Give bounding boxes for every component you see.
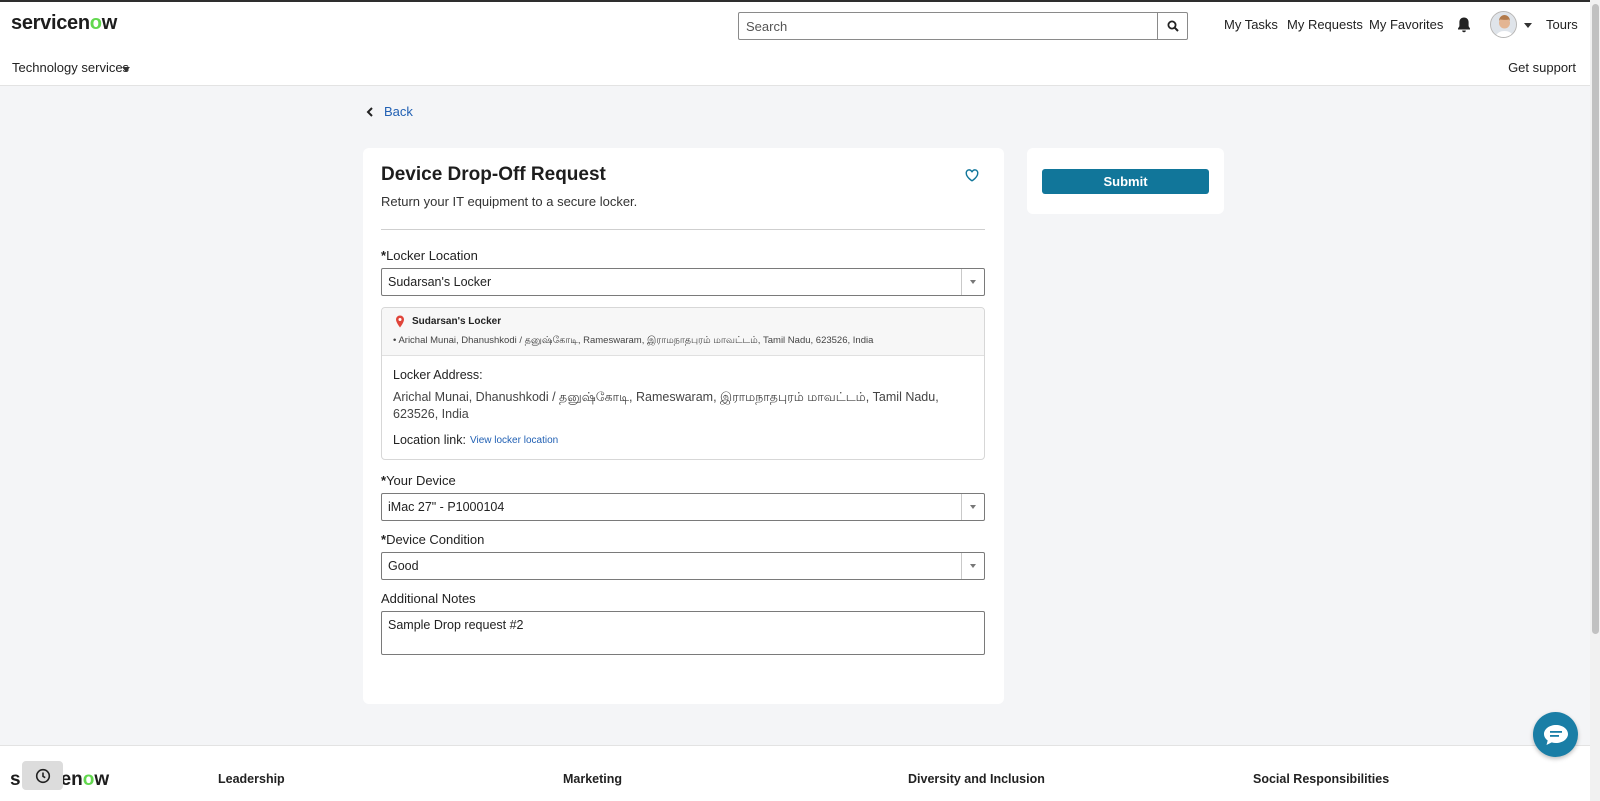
chat-icon bbox=[1543, 724, 1568, 745]
footer-logo-end: w bbox=[94, 769, 110, 790]
footer-logo-o: o bbox=[82, 769, 95, 790]
locker-location-select[interactable]: Sudarsan's Locker bbox=[381, 268, 985, 296]
clock-icon bbox=[35, 768, 50, 783]
locker-address-value: Arichal Munai, Dhanushkodi / தனுஷ்கோடி, … bbox=[393, 390, 939, 421]
device-condition-label-text: Device Condition bbox=[386, 532, 485, 547]
chevron-down-icon bbox=[970, 564, 976, 568]
technology-services-label: Technology services bbox=[12, 60, 130, 75]
heart-icon[interactable] bbox=[965, 169, 979, 182]
back-label: Back bbox=[384, 104, 413, 119]
nav-tours[interactable]: Tours bbox=[1546, 17, 1578, 32]
scrollbar-thumb[interactable] bbox=[1592, 4, 1599, 634]
get-support-link[interactable]: Get support bbox=[1508, 60, 1576, 75]
locker-location-value: Sudarsan's Locker bbox=[388, 275, 492, 289]
your-device-select[interactable]: iMac 27" - P1000104 bbox=[381, 493, 985, 521]
avatar-image bbox=[1491, 12, 1516, 37]
form-title: Device Drop-Off Request bbox=[381, 164, 606, 185]
nav-my-tasks[interactable]: My Tasks bbox=[1224, 17, 1278, 32]
logo-text: servicen bbox=[11, 12, 90, 34]
submit-panel: Submit bbox=[1027, 148, 1224, 214]
search-input[interactable] bbox=[739, 13, 1159, 39]
clock-button[interactable] bbox=[22, 761, 63, 790]
locker-address-short: • Arichal Munai, Dhanushkodi / தனுஷ்கோடி… bbox=[393, 335, 874, 346]
header: servicenow My Tasks My Requests My Favor… bbox=[0, 2, 1590, 86]
device-condition-label: *Device Condition bbox=[381, 532, 484, 547]
footer: s enow Leadership Marketing Diversity and… bbox=[0, 745, 1590, 801]
dropdown-toggle[interactable] bbox=[961, 494, 984, 520]
locker-info-panel: Sudarsan's Locker • Arichal Munai, Dhanu… bbox=[381, 307, 985, 460]
chevron-down-icon bbox=[970, 505, 976, 509]
bell-icon[interactable] bbox=[1456, 16, 1472, 34]
additional-notes-label: Additional Notes bbox=[381, 591, 476, 606]
chevron-left-icon bbox=[366, 106, 373, 117]
location-link-label: Location link: bbox=[393, 433, 466, 447]
search-button[interactable] bbox=[1157, 13, 1187, 39]
form-subtitle: Return your IT equipment to a secure loc… bbox=[381, 194, 638, 209]
back-button[interactable]: Back bbox=[366, 104, 413, 119]
logo-text-end: w bbox=[101, 12, 118, 34]
locker-location-label: *Locker Location bbox=[381, 248, 478, 263]
your-device-label: *Your Device bbox=[381, 473, 456, 488]
dropdown-toggle[interactable] bbox=[961, 553, 984, 579]
user-menu-caret[interactable] bbox=[1524, 23, 1532, 28]
footer-marketing[interactable]: Marketing bbox=[563, 772, 622, 786]
locker-summary: Sudarsan's Locker • Arichal Munai, Dhanu… bbox=[382, 308, 984, 356]
search-icon bbox=[1167, 20, 1179, 32]
your-device-value: iMac 27" - P1000104 bbox=[388, 500, 505, 514]
footer-logo-start: s bbox=[10, 769, 21, 790]
user-avatar[interactable] bbox=[1490, 11, 1517, 38]
locker-address-label: Locker Address: bbox=[393, 368, 483, 382]
footer-social-responsibilities[interactable]: Social Responsibilities bbox=[1253, 772, 1389, 786]
title-divider bbox=[381, 229, 985, 230]
view-locker-location-link[interactable]: View locker location bbox=[470, 435, 558, 446]
servicenow-logo[interactable]: servicenow bbox=[11, 12, 117, 35]
your-device-label-text: Your Device bbox=[386, 473, 456, 488]
chat-button[interactable] bbox=[1533, 712, 1578, 757]
technology-services-menu[interactable]: Technology services bbox=[12, 60, 129, 75]
chevron-down-icon bbox=[970, 280, 976, 284]
additional-notes-textarea[interactable]: Sample Drop request #2 bbox=[381, 611, 985, 655]
nav-my-favorites[interactable]: My Favorites bbox=[1369, 17, 1443, 32]
map-pin-icon bbox=[396, 315, 404, 328]
submit-button[interactable]: Submit bbox=[1042, 169, 1209, 194]
nav-my-requests[interactable]: My Requests bbox=[1287, 17, 1363, 32]
dropdown-toggle[interactable] bbox=[961, 269, 984, 295]
locker-location-label-text: Locker Location bbox=[386, 248, 478, 263]
chevron-down-icon bbox=[122, 67, 130, 72]
search-box bbox=[738, 12, 1188, 40]
footer-leadership[interactable]: Leadership bbox=[218, 772, 285, 786]
footer-logo-mid: en bbox=[60, 769, 83, 790]
footer-diversity-inclusion[interactable]: Diversity and Inclusion bbox=[908, 772, 1045, 786]
request-form-card: Device Drop-Off Request Return your IT e… bbox=[363, 148, 1004, 704]
logo-o: o bbox=[89, 12, 102, 34]
locker-name: Sudarsan's Locker bbox=[412, 316, 502, 327]
device-condition-select[interactable]: Good bbox=[381, 552, 985, 580]
device-condition-value: Good bbox=[388, 559, 419, 573]
